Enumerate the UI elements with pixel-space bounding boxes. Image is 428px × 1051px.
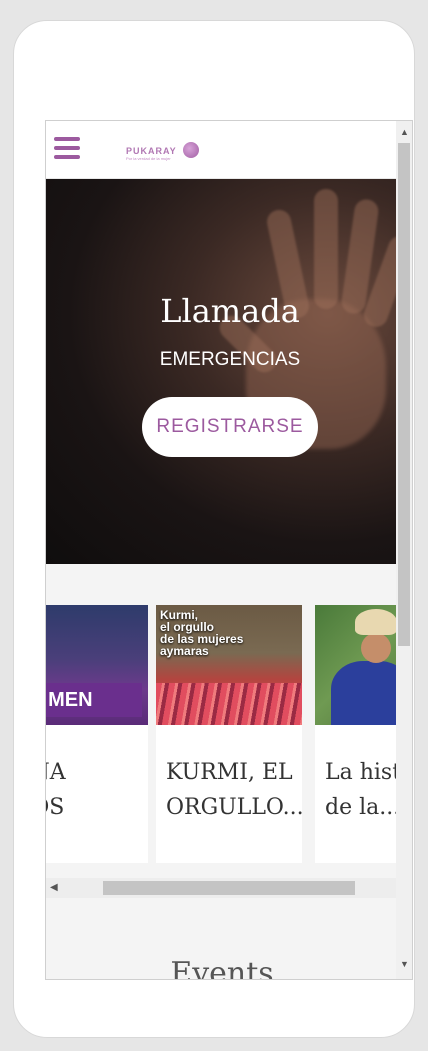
logo-tagline: Por la verdad de la mujer xyxy=(126,156,171,161)
hero-banner: Llamada EMERGENCIAS REGISTRARSE xyxy=(46,179,398,564)
person-hat xyxy=(355,609,397,635)
card-image-caption: Kurmi, el orgullo de las mujeres aymaras xyxy=(160,608,244,658)
scroll-up-arrow-icon[interactable]: ▲ xyxy=(400,127,409,137)
loom-weaving xyxy=(156,683,302,725)
phone-frame: PUKARAY Por la verdad de la mujer Llamad… xyxy=(13,20,415,1038)
hand-finger xyxy=(314,189,338,309)
card-image: Kurmi, el orgullo de las mujeres aymaras xyxy=(156,605,302,725)
card-title: KURMI, EL ORGULLO... xyxy=(166,760,302,820)
hamburger-menu-icon[interactable] xyxy=(54,137,80,163)
logo-mark-icon xyxy=(182,142,199,158)
card-image: UNA MEN xyxy=(46,605,148,725)
logo-text: PUKARAY xyxy=(126,146,177,156)
hero-subtitle: EMERGENCIAS xyxy=(159,349,301,370)
vertical-scrollbar[interactable]: ▲ ▼ xyxy=(396,121,412,979)
site-logo[interactable]: PUKARAY Por la verdad de la mujer xyxy=(126,137,199,163)
horizontal-scroll-thumb[interactable] xyxy=(103,881,355,895)
hero-title: Llamada xyxy=(160,292,300,330)
news-carousel: UNA MEN UNA NOS Kurmi, el orgullo de las… xyxy=(46,564,412,894)
card-title: UNA NOS xyxy=(46,760,66,820)
browser-viewport: PUKARAY Por la verdad de la mujer Llamad… xyxy=(45,120,413,980)
site-header: PUKARAY Por la verdad de la mujer xyxy=(46,121,398,179)
news-card[interactable]: Kurmi, el orgullo de las mujeres aymaras… xyxy=(156,605,302,863)
news-card[interactable]: UNA MEN UNA NOS xyxy=(46,605,148,863)
events-heading: Events xyxy=(170,956,274,980)
card-image-caption: UNA MEN xyxy=(46,683,142,717)
register-button[interactable]: REGISTRARSE xyxy=(142,397,318,457)
vertical-scroll-thumb[interactable] xyxy=(398,143,410,646)
person-face xyxy=(361,633,391,663)
scroll-left-arrow-icon[interactable]: ◀ xyxy=(50,882,58,893)
horizontal-scrollbar[interactable]: ◀ xyxy=(46,878,398,898)
scroll-down-arrow-icon[interactable]: ▼ xyxy=(400,959,409,969)
